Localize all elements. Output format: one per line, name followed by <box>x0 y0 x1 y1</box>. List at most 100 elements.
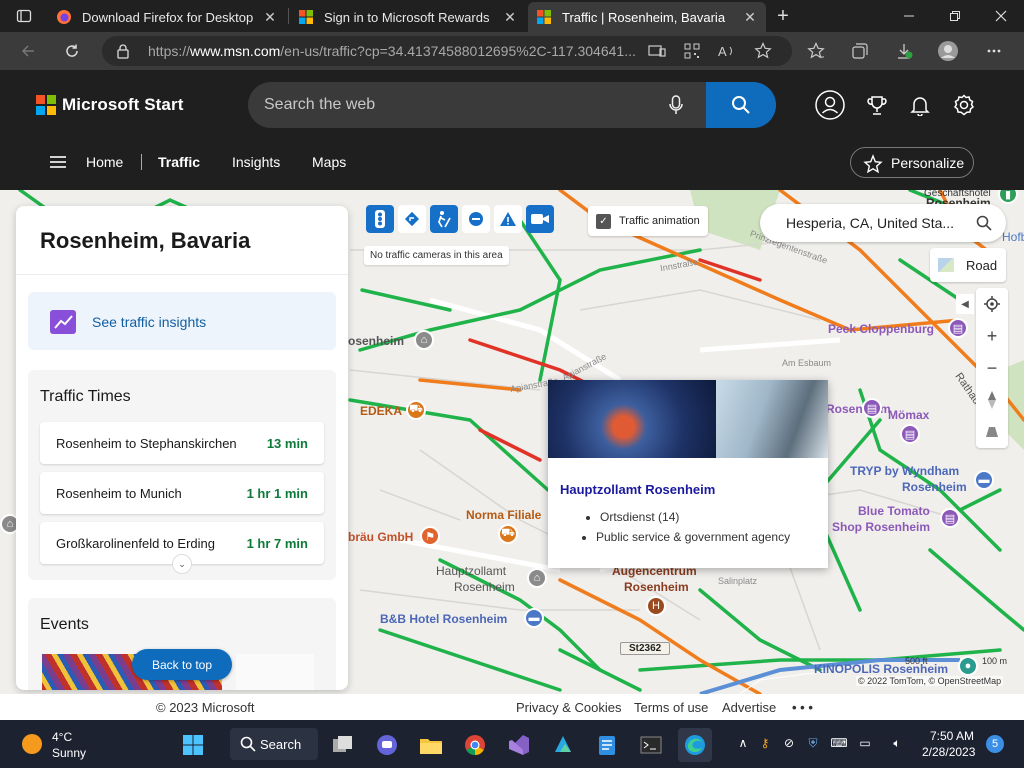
new-tab-button[interactable]: + <box>770 4 796 28</box>
closures-toggle[interactable] <box>462 205 490 233</box>
azure-tool-button[interactable] <box>546 728 580 762</box>
landmark-icon[interactable]: ⌂ <box>527 568 547 588</box>
notifications-button[interactable] <box>905 90 935 120</box>
poi-label[interactable]: TRYP by Wyndham <box>850 464 959 478</box>
volume-icon[interactable]: 🔈︎ <box>888 734 906 752</box>
poi-label[interactable]: Rosenheim <box>454 580 515 594</box>
task-view-button[interactable] <box>326 728 360 762</box>
chrome-button[interactable] <box>458 728 492 762</box>
hospital-icon[interactable]: H <box>646 596 666 616</box>
restaurant-icon[interactable]: ⚑ <box>420 526 440 546</box>
poi-label[interactable]: EDEKA <box>360 404 402 418</box>
nav-traffic[interactable]: Traffic <box>158 154 200 170</box>
start-button[interactable] <box>176 728 210 762</box>
visual-studio-button[interactable] <box>502 728 536 762</box>
restore-button[interactable] <box>932 0 978 32</box>
weather-description[interactable]: Sunny <box>52 746 86 760</box>
advertise-link[interactable]: Advertise <box>722 700 776 715</box>
poi-photo[interactable] <box>716 380 828 458</box>
tab-rewards[interactable]: Sign in to Microsoft Rewards ✕ <box>290 2 526 32</box>
settings-button[interactable] <box>949 90 979 120</box>
rewards-button[interactable] <box>862 90 892 120</box>
app-available-icon[interactable] <box>648 43 666 59</box>
read-aloud-icon[interactable]: A <box>718 43 736 59</box>
key-icon[interactable]: ⚷ <box>756 734 774 752</box>
landmark-icon[interactable]: ⌂ <box>414 330 434 350</box>
locate-me-button[interactable] <box>976 288 1008 320</box>
map-style-button[interactable]: Road <box>930 248 1006 282</box>
shopping-cart-icon[interactable]: ⛟ <box>406 400 426 420</box>
voice-search-button[interactable] <box>664 93 688 117</box>
warnings-toggle[interactable] <box>494 205 522 233</box>
poi-label[interactable]: Blue Tomato <box>858 504 930 518</box>
teams-chat-button[interactable] <box>370 728 404 762</box>
shopping-cart-icon[interactable]: ⛟ <box>498 524 518 544</box>
poi-label[interactable]: Rosenheim <box>902 480 967 494</box>
traffic-insights-link[interactable]: See traffic insights <box>28 292 336 350</box>
privacy-link[interactable]: Privacy & Cookies <box>516 700 621 715</box>
cinema-icon[interactable]: ● <box>958 656 978 676</box>
footer-more-button[interactable]: • • • <box>792 700 813 715</box>
expand-routes-button[interactable]: ⌄ <box>172 554 192 574</box>
tab-actions-button[interactable] <box>8 4 40 28</box>
hamburger-menu-icon[interactable] <box>48 154 68 170</box>
poi-label[interactable]: Peek Cloppenburg <box>828 322 934 336</box>
nav-maps[interactable]: Maps <box>312 154 346 170</box>
chevron-up-icon[interactable]: ∧ <box>734 734 752 752</box>
back-to-top-button[interactable]: Back to top <box>132 649 232 680</box>
route-item[interactable]: Rosenheim to Munich 1 hr 1 min <box>40 472 324 514</box>
account-button[interactable] <box>815 90 845 120</box>
address-bar[interactable]: https://www.msn.com/en-us/traffic?cp=34.… <box>102 36 792 66</box>
weather-temperature[interactable]: 4°C <box>52 730 72 744</box>
poi-label[interactable]: Hauptzollamt <box>436 564 506 578</box>
hotel-icon[interactable]: ▬ <box>974 470 994 490</box>
search-submit-button[interactable] <box>706 82 776 128</box>
clock-date[interactable]: 2/28/2023 <box>922 745 975 759</box>
settings-more-button[interactable] <box>980 37 1008 65</box>
tab-close-button[interactable]: ✕ <box>262 9 278 26</box>
favorites-button[interactable] <box>802 37 830 65</box>
poi-info-card[interactable]: Hauptzollamt Rosenheim Ortsdienst (14) P… <box>548 380 828 568</box>
shopping-bag-icon[interactable]: ▤ <box>900 424 920 444</box>
notepad-button[interactable] <box>590 728 624 762</box>
event-image[interactable] <box>236 654 314 690</box>
tab-close-button[interactable]: ✕ <box>742 9 758 26</box>
add-favorite-icon[interactable] <box>754 42 772 60</box>
poi-label[interactable]: Rosenheim <box>624 580 689 594</box>
microsoft-logo[interactable] <box>36 95 56 115</box>
profile-button[interactable] <box>934 37 962 65</box>
downloads-button[interactable] <box>890 37 918 65</box>
shopping-bag-icon[interactable]: ▤ <box>862 398 882 418</box>
location-search-input[interactable] <box>760 204 960 242</box>
cameras-toggle[interactable] <box>526 205 554 233</box>
traffic-flow-toggle[interactable] <box>366 205 394 233</box>
file-explorer-button[interactable] <box>414 728 448 762</box>
incidents-toggle[interactable] <box>398 205 426 233</box>
tab-close-button[interactable]: ✕ <box>502 9 518 26</box>
shopping-bag-icon[interactable]: ▤ <box>940 508 960 528</box>
nav-insights[interactable]: Insights <box>232 154 280 170</box>
poi-card-title[interactable]: Hauptzollamt Rosenheim <box>560 482 715 497</box>
monitor-icon[interactable]: ▭ <box>856 734 874 752</box>
search-icon[interactable] <box>976 215 992 231</box>
poi-label[interactable]: bräu GmbH <box>348 530 413 544</box>
tilt-button[interactable] <box>976 416 1008 448</box>
poi-label[interactable]: Mömax <box>888 408 929 422</box>
refresh-button[interactable] <box>58 37 86 65</box>
poi-label[interactable]: osenheim <box>348 334 404 348</box>
sun-icon[interactable] <box>22 734 42 754</box>
zoom-in-button[interactable]: + <box>976 320 1008 352</box>
checkbox-checked[interactable]: ✓ <box>596 213 611 229</box>
close-window-button[interactable] <box>978 0 1024 32</box>
collections-button[interactable] <box>846 37 874 65</box>
tab-firefox[interactable]: Download Firefox for Desktop — ✕ <box>48 2 286 32</box>
taskbar-search-button[interactable]: Search <box>230 728 318 760</box>
zoom-out-button[interactable]: − <box>976 352 1008 384</box>
shopping-bag-icon[interactable]: ▤ <box>948 318 968 338</box>
notification-badge[interactable]: 5 <box>986 735 1004 753</box>
personalize-button[interactable]: Personalize <box>850 147 974 178</box>
edge-button[interactable] <box>678 728 712 762</box>
keyboard-icon[interactable]: ⌨ <box>830 734 848 752</box>
tab-traffic[interactable]: Traffic | Rosenheim, Bavaria ✕ <box>528 2 766 32</box>
hotel-icon[interactable]: ▬ <box>524 608 544 628</box>
